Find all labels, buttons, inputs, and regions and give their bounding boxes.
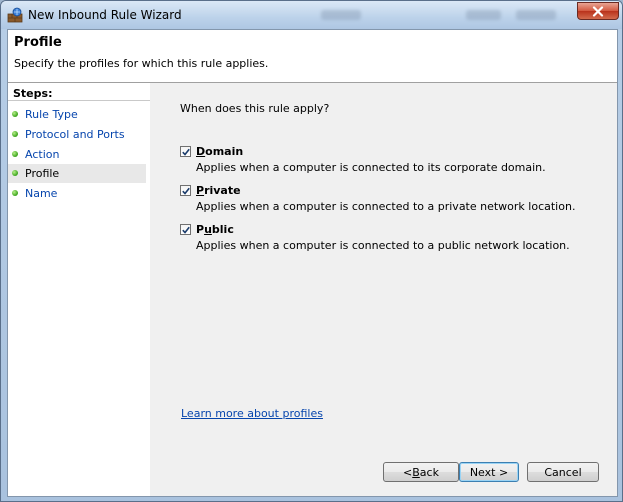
page-title: Profile [14, 35, 62, 50]
step-name[interactable]: Name [8, 184, 146, 203]
status-dot-icon [12, 151, 18, 157]
checkmark-icon [182, 226, 190, 234]
wizard-client: Profile Specify the profiles for which t… [7, 29, 618, 497]
step-label: Rule Type [25, 108, 78, 121]
step-label: Name [25, 187, 58, 200]
status-dot-icon [12, 170, 18, 176]
step-label: Action [25, 148, 60, 161]
wizard-window: New Inbound Rule Wizard Profile Specify … [0, 0, 623, 502]
step-rule-type[interactable]: Rule Type [8, 105, 146, 124]
status-dot-icon [12, 111, 18, 117]
status-dot-icon [12, 131, 18, 137]
page-subtitle: Specify the profiles for which this rule… [14, 57, 269, 70]
step-label: Protocol and Ports [25, 128, 125, 141]
main-content: When does this rule apply? Domain Applie… [150, 83, 617, 496]
domain-label[interactable]: Domain [196, 145, 243, 158]
steps-sidebar: Steps: Rule Type Protocol and Ports Acti… [8, 83, 150, 496]
window-title: New Inbound Rule Wizard [28, 8, 182, 22]
steps-title: Steps: [13, 87, 53, 100]
question-label: When does this rule apply? [180, 102, 330, 115]
domain-description: Applies when a computer is connected to … [196, 161, 546, 174]
private-description: Applies when a computer is connected to … [196, 200, 576, 213]
checkmark-icon [182, 187, 190, 195]
next-button[interactable]: Next > [459, 462, 519, 482]
title-bar[interactable]: New Inbound Rule Wizard [1, 1, 622, 29]
step-profile[interactable]: Profile [8, 164, 146, 183]
private-label[interactable]: Private [196, 184, 241, 197]
checkmark-icon [182, 148, 190, 156]
public-description: Applies when a computer is connected to … [196, 239, 570, 252]
divider [8, 100, 150, 101]
domain-checkbox[interactable] [180, 146, 191, 157]
step-action[interactable]: Action [8, 145, 146, 164]
status-dot-icon [12, 190, 18, 196]
page-header: Profile Specify the profiles for which t… [8, 30, 617, 83]
background-blur [321, 10, 361, 20]
cancel-button[interactable]: Cancel [527, 462, 599, 482]
learn-more-link[interactable]: Learn more about profiles [181, 407, 323, 420]
step-protocol-and-ports[interactable]: Protocol and Ports [8, 125, 146, 144]
step-label: Profile [25, 167, 60, 180]
close-button[interactable] [577, 2, 619, 20]
background-blur [516, 10, 556, 20]
close-icon [592, 5, 604, 17]
public-checkbox[interactable] [180, 224, 191, 235]
background-blur [466, 10, 501, 20]
back-button[interactable]: < Back [383, 462, 459, 482]
private-checkbox[interactable] [180, 185, 191, 196]
public-label[interactable]: Public [196, 223, 234, 236]
firewall-icon [7, 7, 23, 23]
